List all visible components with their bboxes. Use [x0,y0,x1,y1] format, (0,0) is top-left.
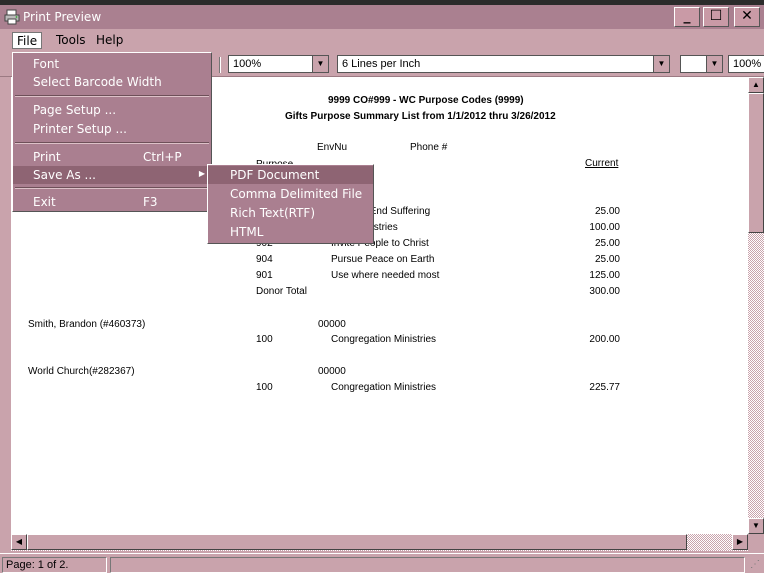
printer-icon [4,9,20,25]
font-select[interactable]: ▼ [680,55,723,73]
scroll-left-arrow-icon[interactable]: ◀ [11,534,27,550]
menu-item-shortcut: Ctrl+P [143,150,182,164]
menu-separator [15,142,209,144]
row-amount: 25.00 [594,238,620,249]
chevron-down-icon[interactable]: ▼ [312,56,328,72]
row-amount: 100.00 [589,222,620,233]
menu-file[interactable]: File [12,32,43,49]
donor-envelope: 00000 [318,366,346,377]
zoom-select-2[interactable]: 100% [728,55,764,73]
donor-total-amount: 300.00 [589,286,620,297]
menu-item-label: Print [33,150,61,164]
row-amount: 200.00 [589,334,620,345]
left-edge [0,77,11,551]
donor-total-label: Donor Total [256,286,307,297]
row-code: 904 [256,254,273,265]
row-amount: 25.00 [594,206,620,217]
donor-envelope: 00000 [318,319,346,330]
chevron-down-icon[interactable]: ▼ [706,56,722,72]
menu-separator [15,187,209,189]
save-as-submenu: PDF Document Comma Delimited File Rich T… [207,164,374,244]
menu-tools[interactable]: Tools [52,32,90,49]
submenu-item-comma-delimited-file[interactable]: Comma Delimited File [208,185,373,203]
donor-name: World Church(#282367) [28,366,135,377]
menu-item-select-barcode-width[interactable]: Select Barcode Width [13,73,211,91]
lines-per-inch-value: 6 Lines per Inch [342,58,421,70]
menu-item-label: Save As ... [33,168,96,182]
lines-per-inch-select[interactable]: 6 Lines per Inch ▼ [337,55,670,73]
zoom-select-2-value: 100% [733,58,762,70]
resize-grip-icon[interactable]: ⋰ [750,559,762,571]
vertical-scroll-thumb[interactable] [748,93,764,233]
scroll-down-arrow-icon[interactable]: ▼ [748,518,764,534]
vertical-scrollbar[interactable]: ▲ ▼ [748,77,764,534]
column-header-current: Current [585,158,619,169]
maximize-button[interactable]: ☐ [703,7,729,27]
close-button[interactable]: ✕ [734,7,760,27]
menu-item-page-setup[interactable]: Page Setup ... [13,101,211,119]
column-header-phone: Phone # [410,142,448,153]
row-description: Pursue Peace on Earth [331,254,435,265]
scroll-right-arrow-icon[interactable]: ▶ [732,534,748,550]
menu-item-exit[interactable]: Exit F3 [13,193,211,211]
horizontal-scroll-thumb[interactable] [27,534,687,550]
row-code: 100 [256,334,273,345]
title-bar: Print Preview _ ☐ ✕ [0,5,764,29]
row-description: Congregation Ministries [331,334,437,345]
row-amount: 225.77 [589,382,620,393]
zoom-select-value: 100% [233,58,262,70]
row-amount: 125.00 [589,270,620,281]
row-amount: 25.00 [594,254,620,265]
menu-item-label: Select Barcode Width [33,75,162,89]
status-bar: Page: 1 of 2. ⋰ [0,553,764,573]
row-code: 901 [256,270,273,281]
column-header-envnu: EnvNu [317,142,348,153]
row-description: Congregation Ministries [331,382,437,393]
menu-item-label: Exit [33,195,56,209]
minimize-button[interactable]: _ [674,7,700,27]
submenu-item-html[interactable]: HTML [208,223,373,241]
menu-bar: File Tools Help [0,29,764,52]
window-title: Print Preview [23,10,102,24]
toolbar-separator [219,57,221,73]
menu-item-shortcut: F3 [143,195,158,209]
menu-item-label: Page Setup ... [33,103,117,117]
chevron-down-icon[interactable]: ▼ [653,56,669,72]
menu-separator [15,95,209,97]
submenu-item-pdf-document[interactable]: PDF Document [208,166,373,184]
donor-name: Smith, Brandon (#460373) [28,319,146,330]
row-description: Use where needed most [331,270,440,281]
report-title: 9999 CO#999 - WC Purpose Codes (9999) [328,95,524,106]
menu-item-save-as[interactable]: Save As ... ▶ [13,166,211,184]
scroll-up-arrow-icon[interactable]: ▲ [748,77,764,93]
menu-item-font[interactable]: Font [13,55,211,73]
menu-item-label: Font [33,57,60,71]
page-indicator: Page: 1 of 2. [2,557,107,573]
horizontal-scrollbar[interactable]: ◀ ▶ [11,534,748,551]
chevron-right-icon: ▶ [198,169,205,178]
report-subtitle: Gifts Purpose Summary List from 1/1/2012… [285,111,556,122]
row-code: 100 [256,382,273,393]
menu-item-printer-setup[interactable]: Printer Setup ... [13,120,211,138]
menu-item-print[interactable]: Print Ctrl+P [13,148,211,166]
menu-item-label: Printer Setup ... [33,122,127,136]
menu-help[interactable]: Help [92,32,127,49]
file-menu-dropdown: Font Select Barcode Width Page Setup ...… [12,52,212,212]
zoom-select[interactable]: 100% ▼ [228,55,329,73]
submenu-item-rich-text-rtf[interactable]: Rich Text(RTF) [208,204,373,222]
status-pane [110,557,745,573]
